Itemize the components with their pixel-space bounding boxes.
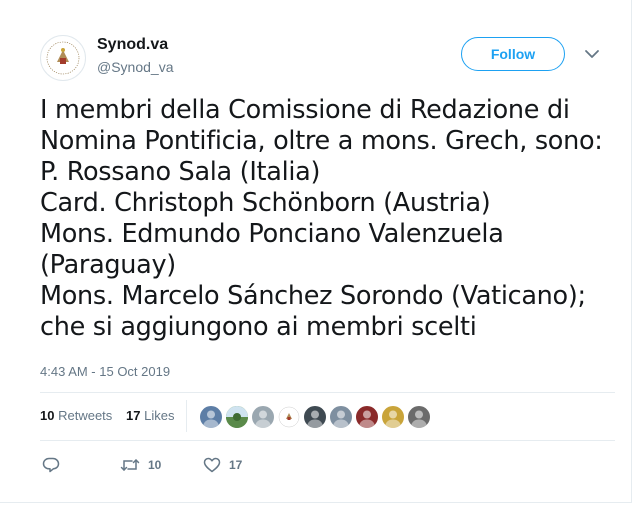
synod-seal-icon — [278, 406, 300, 428]
user-avatar-icon — [356, 406, 378, 428]
reply-button[interactable] — [42, 456, 60, 474]
tweet-text: I membri della Comissione di Redazione d… — [40, 95, 603, 342]
liker-avatar[interactable] — [329, 405, 353, 429]
liker-avatar[interactable] — [381, 405, 405, 429]
retweet-action-count: 10 — [148, 458, 162, 472]
heart-icon — [203, 457, 221, 473]
like-action-count: 17 — [229, 458, 243, 472]
liker-avatar[interactable] — [277, 405, 301, 429]
reply-icon — [42, 457, 60, 473]
liker-avatar[interactable] — [251, 405, 275, 429]
likes-stat[interactable]: 17 Likes — [126, 408, 174, 423]
divider — [186, 400, 187, 432]
author-display-name[interactable]: Synod.va — [97, 36, 168, 54]
tweet-timestamp[interactable]: 4:43 AM - 15 Oct 2019 — [40, 364, 170, 379]
retweets-count: 10 — [40, 408, 55, 423]
divider — [40, 440, 615, 441]
retweets-stat[interactable]: 10 Retweets — [40, 408, 112, 423]
user-avatar-icon — [304, 406, 326, 428]
liker-avatar[interactable] — [225, 405, 249, 429]
retweet-button[interactable]: 10 — [120, 456, 161, 474]
liker-avatar[interactable] — [303, 405, 327, 429]
user-avatar-icon — [330, 406, 352, 428]
retweet-icon — [120, 459, 140, 471]
user-avatar-icon — [382, 406, 404, 428]
like-button[interactable]: 17 — [203, 456, 242, 474]
liker-avatar[interactable] — [199, 405, 223, 429]
user-avatar-icon — [200, 406, 222, 428]
follow-button[interactable]: Follow — [461, 37, 565, 71]
more-options-button[interactable] — [584, 47, 600, 61]
likes-count: 17 — [126, 408, 141, 423]
synod-seal-icon — [42, 37, 84, 79]
liker-avatar[interactable] — [407, 405, 431, 429]
liker-avatar[interactable] — [355, 405, 379, 429]
retweets-label: Retweets — [58, 408, 113, 423]
author-avatar[interactable] — [40, 35, 86, 81]
author-handle[interactable]: @Synod_va — [97, 59, 173, 75]
user-avatar-icon — [252, 406, 274, 428]
chevron-down-icon — [585, 50, 599, 58]
user-avatar-icon — [408, 406, 430, 428]
landscape-avatar-icon — [226, 406, 248, 428]
divider — [40, 392, 615, 393]
likes-label: Likes — [144, 408, 175, 423]
